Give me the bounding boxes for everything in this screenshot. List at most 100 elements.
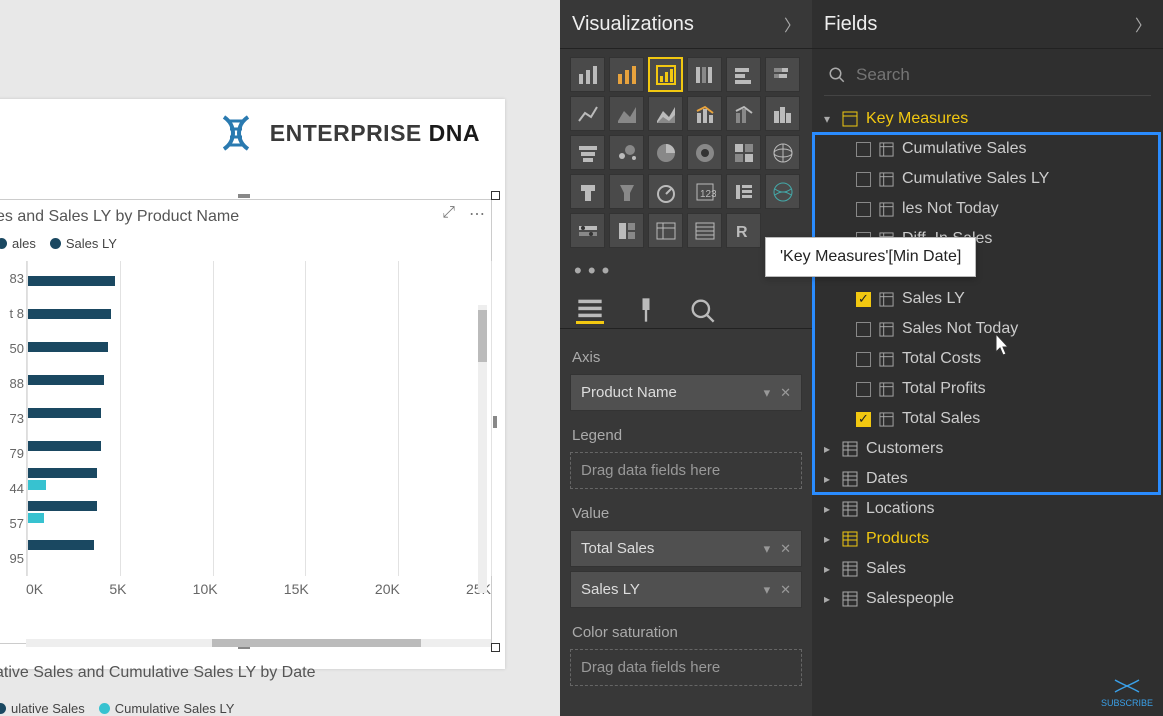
viz-type-tile[interactable] [648, 57, 683, 92]
measure-icon [879, 142, 894, 157]
viz-type-tile[interactable] [609, 213, 644, 248]
axis-well[interactable]: Product Name▾✕ [570, 374, 802, 411]
table-products[interactable]: ▸Products [816, 524, 1159, 554]
report-canvas[interactable]: ENTERPRISE DNA ⤢ ⋯ es and Sales LY by Pr… [0, 0, 560, 716]
viz-type-tile[interactable]: 123 [687, 174, 722, 209]
viz-type-tile[interactable] [687, 57, 722, 92]
checkbox[interactable] [856, 382, 871, 397]
field-total-costs[interactable]: Total Costs [816, 344, 1159, 374]
fields-tree: ▾Key MeasuresCumulative SalesCumulative … [812, 104, 1163, 614]
search-icon [828, 66, 846, 84]
viz-type-tile[interactable] [570, 57, 605, 92]
table-salespeople[interactable]: ▸Salespeople [816, 584, 1159, 614]
report-page: ENTERPRISE DNA ⤢ ⋯ es and Sales LY by Pr… [0, 99, 505, 669]
field-wells: Axis Product Name▾✕ Legend Drag data fie… [560, 329, 812, 716]
table-locations[interactable]: ▸Locations [816, 494, 1159, 524]
collapse-pane-icon[interactable]: 〉 [1135, 12, 1151, 36]
field-total-profits[interactable]: Total Profits [816, 374, 1159, 404]
viz-type-tile[interactable] [648, 96, 683, 131]
viz-type-tile[interactable] [648, 174, 683, 209]
chevron-down-icon[interactable]: ▾ [764, 385, 771, 401]
checkbox[interactable] [856, 292, 871, 307]
viz-type-tile[interactable] [570, 213, 605, 248]
collapse-pane-icon[interactable]: 〉 [784, 12, 800, 36]
remove-field-icon[interactable]: ✕ [780, 541, 791, 557]
viz-type-tile[interactable] [570, 135, 605, 170]
viz-type-tile[interactable] [570, 174, 605, 209]
measure-icon [879, 382, 894, 397]
viz-type-tile[interactable] [609, 174, 644, 209]
table-sales[interactable]: ▸Sales [816, 554, 1159, 584]
measure-icon [879, 202, 894, 217]
field-sales-ly[interactable]: Sales LY [816, 284, 1159, 314]
viz-type-tile[interactable] [726, 135, 761, 170]
table-customers[interactable]: ▸Customers [816, 434, 1159, 464]
viz-type-tile[interactable] [648, 135, 683, 170]
legend-well[interactable]: Drag data fields here [570, 452, 802, 489]
measure-icon [879, 172, 894, 187]
table-key-measures[interactable]: ▾Key Measures [816, 104, 1159, 134]
viz-type-tile[interactable] [765, 135, 800, 170]
remove-field-icon[interactable]: ✕ [780, 385, 791, 401]
search-input[interactable] [856, 65, 1147, 85]
chart-title: es and Sales LY by Product Name [0, 200, 491, 230]
visualizations-pane: Visualizations 〉 123R • • • Axis Product… [560, 0, 812, 716]
viz-type-tile[interactable] [609, 135, 644, 170]
value-well-2[interactable]: Sales LY▾✕ [570, 571, 802, 608]
horizontal-scrollbar[interactable] [26, 639, 491, 647]
checkbox[interactable] [856, 352, 871, 367]
remove-field-icon[interactable]: ✕ [780, 582, 791, 598]
table-dates[interactable]: ▸Dates [816, 464, 1159, 494]
analytics-tab[interactable] [688, 296, 716, 324]
format-tab[interactable] [632, 296, 660, 324]
focus-mode-icon[interactable]: ⤢ [442, 204, 455, 224]
checkbox[interactable] [856, 412, 871, 427]
fields-title: Fields [824, 13, 877, 36]
viz-type-tile[interactable] [570, 96, 605, 131]
viz-type-tile[interactable] [726, 174, 761, 209]
field-total-sales[interactable]: Total Sales [816, 404, 1159, 434]
vertical-scrollbar[interactable] [478, 305, 487, 593]
viz-type-tile[interactable] [687, 213, 722, 248]
viz-type-tile[interactable] [765, 174, 800, 209]
fields-search[interactable] [824, 59, 1151, 96]
viz-type-tile[interactable] [648, 213, 683, 248]
viz-type-tile[interactable]: R [726, 213, 761, 248]
viz-type-tile[interactable] [726, 96, 761, 131]
value-well-1[interactable]: Total Sales▾✕ [570, 530, 802, 567]
table-icon [842, 561, 858, 577]
checkbox[interactable] [856, 172, 871, 187]
viz-type-tile[interactable] [726, 57, 761, 92]
chevron-down-icon[interactable]: ▾ [764, 541, 771, 557]
chevron-down-icon[interactable]: ▾ [764, 582, 771, 598]
chart2-title: ative Sales and Cumulative Sales LY by D… [0, 664, 315, 682]
checkbox[interactable] [856, 202, 871, 217]
colorsat-label: Color saturation [570, 612, 802, 649]
more-options-icon[interactable]: ⋯ [469, 204, 485, 224]
measure-icon [879, 322, 894, 337]
checkbox[interactable] [856, 142, 871, 157]
dna-icon [216, 113, 256, 153]
checkbox[interactable] [856, 322, 871, 337]
viz-type-tile[interactable] [687, 96, 722, 131]
fields-tab[interactable] [576, 296, 604, 324]
chart-visual[interactable]: ⤢ ⋯ es and Sales LY by Product Name ales… [0, 199, 492, 644]
viz-type-tile[interactable] [765, 96, 800, 131]
field-cumulative-sales[interactable]: Cumulative Sales [816, 134, 1159, 164]
field-tooltip: 'Key Measures'[Min Date] [765, 237, 976, 277]
table-icon [842, 441, 858, 457]
field-les-not-today[interactable]: les Not Today [816, 194, 1159, 224]
axis-label: Axis [570, 337, 802, 374]
viz-type-tile[interactable] [687, 135, 722, 170]
viz-type-tile[interactable] [765, 57, 800, 92]
field-sales-not-today[interactable]: Sales Not Today [816, 314, 1159, 344]
field-cumulative-sales-ly[interactable]: Cumulative Sales LY [816, 164, 1159, 194]
viz-type-tile[interactable] [609, 96, 644, 131]
viz-type-tile[interactable] [609, 57, 644, 92]
table-icon [842, 591, 858, 607]
brand-text: ENTERPRISE DNA [270, 120, 480, 147]
subscribe-watermark: SUBSCRIBE [1101, 676, 1153, 708]
colorsat-well[interactable]: Drag data fields here [570, 649, 802, 686]
table-icon [842, 501, 858, 517]
visualization-gallery: 123R [560, 49, 812, 256]
